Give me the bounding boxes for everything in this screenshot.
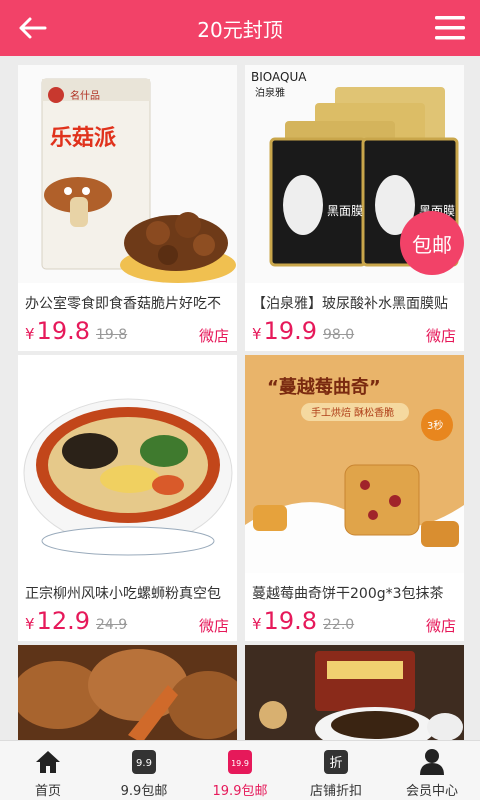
product-price: ¥ 19.8 bbox=[25, 317, 90, 345]
page-title: 20元封顶 bbox=[197, 17, 283, 42]
back-button[interactable] bbox=[12, 8, 52, 48]
member-icon bbox=[417, 747, 447, 777]
product-grid: 名什品 乐菇派 办公室零食即食香菇脆片好吃不 ¥ 19.8 19.8 微店 BI… bbox=[0, 56, 480, 740]
shop-link[interactable]: 微店 bbox=[199, 325, 229, 346]
product-card[interactable]: “蔓越莓曲奇” 手工烘焙 酥松香脆 3秒 蔓越莓曲奇饼干200g*3包抹茶 ¥ … bbox=[245, 355, 464, 641]
brand-text: 名什品 bbox=[70, 89, 100, 102]
product-card[interactable]: BIOAQUA 泊泉雅 黑面膜 黑面膜 包邮 【泊泉雅】玻尿酸补水黑面膜贴 ¥ … bbox=[245, 65, 464, 351]
product-title[interactable]: 正宗柳州风味小吃螺蛳粉真空包 bbox=[25, 583, 233, 603]
product-image[interactable] bbox=[245, 645, 464, 740]
product-image[interactable] bbox=[18, 355, 237, 573]
original-price: 98.0 bbox=[323, 327, 355, 343]
tab-label: 会员中心 bbox=[405, 784, 458, 799]
svg-text:折: 折 bbox=[329, 756, 342, 771]
tab-nine-nine[interactable]: 9.9 9.9包邮 bbox=[96, 741, 192, 800]
hamburger-icon bbox=[435, 16, 465, 40]
tab-label: 19.9包邮 bbox=[212, 784, 268, 799]
mask-text: 黑面膜 bbox=[327, 204, 363, 218]
nine-nine-icon: 9.9 bbox=[129, 747, 159, 777]
tab-nineteen-nine[interactable]: 19.9 19.9包邮 bbox=[192, 741, 288, 800]
tab-member-center[interactable]: 会员中心 bbox=[384, 741, 480, 800]
product-card[interactable]: 名什品 乐菇派 办公室零食即食香菇脆片好吃不 ¥ 19.8 19.8 微店 bbox=[18, 65, 237, 351]
product-card[interactable]: 正宗柳州风味小吃螺蛳粉真空包 ¥ 12.9 24.9 微店 bbox=[18, 355, 237, 641]
original-price: 19.8 bbox=[96, 327, 128, 343]
product-price: ¥ 12.9 bbox=[25, 607, 90, 635]
product-title[interactable]: 【泊泉雅】玻尿酸补水黑面膜贴 bbox=[252, 293, 460, 313]
shop-link[interactable]: 微店 bbox=[426, 325, 456, 346]
tab-home[interactable]: 首页 bbox=[0, 741, 96, 800]
product-card[interactable] bbox=[18, 645, 237, 740]
original-price: 22.0 bbox=[323, 617, 355, 633]
brand-text: BIOAQUA bbox=[251, 70, 307, 84]
product-title[interactable]: 办公室零食即食香菇脆片好吃不 bbox=[25, 293, 233, 313]
discount-icon: 折 bbox=[321, 747, 351, 777]
product-card[interactable] bbox=[245, 645, 464, 740]
nineteen-nine-icon: 19.9 bbox=[225, 747, 255, 777]
svg-text:19.9: 19.9 bbox=[231, 759, 249, 768]
promo-badge: 3秒 bbox=[427, 419, 443, 432]
menu-button[interactable] bbox=[430, 8, 470, 48]
product-price: ¥ 19.8 bbox=[252, 607, 317, 635]
promo-title: “蔓越莓曲奇” bbox=[267, 376, 381, 398]
top-bar: 20元封顶 bbox=[0, 0, 480, 56]
package-text: 乐菇派 bbox=[50, 126, 116, 151]
product-image[interactable]: “蔓越莓曲奇” 手工烘焙 酥松香脆 3秒 bbox=[245, 355, 464, 573]
product-price: ¥ 19.9 bbox=[252, 317, 317, 345]
tab-label: 9.9包邮 bbox=[120, 784, 168, 799]
promo-subtitle: 手工烘焙 酥松香脆 bbox=[311, 406, 394, 419]
shop-link[interactable]: 微店 bbox=[426, 615, 456, 636]
product-title[interactable]: 蔓越莓曲奇饼干200g*3包抹茶 bbox=[252, 583, 460, 603]
home-icon bbox=[33, 747, 63, 777]
bottom-tab-bar: 首页 9.9 9.9包邮 19.9 19.9包邮 折 店铺折扣 会员中心 bbox=[0, 740, 480, 800]
arrow-left-icon bbox=[19, 17, 47, 39]
tab-label: 店铺折扣 bbox=[309, 784, 362, 799]
original-price: 24.9 bbox=[96, 617, 128, 633]
tab-label: 首页 bbox=[34, 784, 61, 799]
shop-link[interactable]: 微店 bbox=[199, 615, 229, 636]
tab-shop-discount[interactable]: 折 店铺折扣 bbox=[288, 741, 384, 800]
product-image[interactable] bbox=[18, 645, 237, 740]
svg-text:9.9: 9.9 bbox=[136, 758, 152, 769]
free-shipping-badge: 包邮 bbox=[400, 211, 464, 275]
brand-cn-text: 泊泉雅 bbox=[255, 86, 285, 99]
product-image[interactable]: 名什品 乐菇派 bbox=[18, 65, 237, 283]
